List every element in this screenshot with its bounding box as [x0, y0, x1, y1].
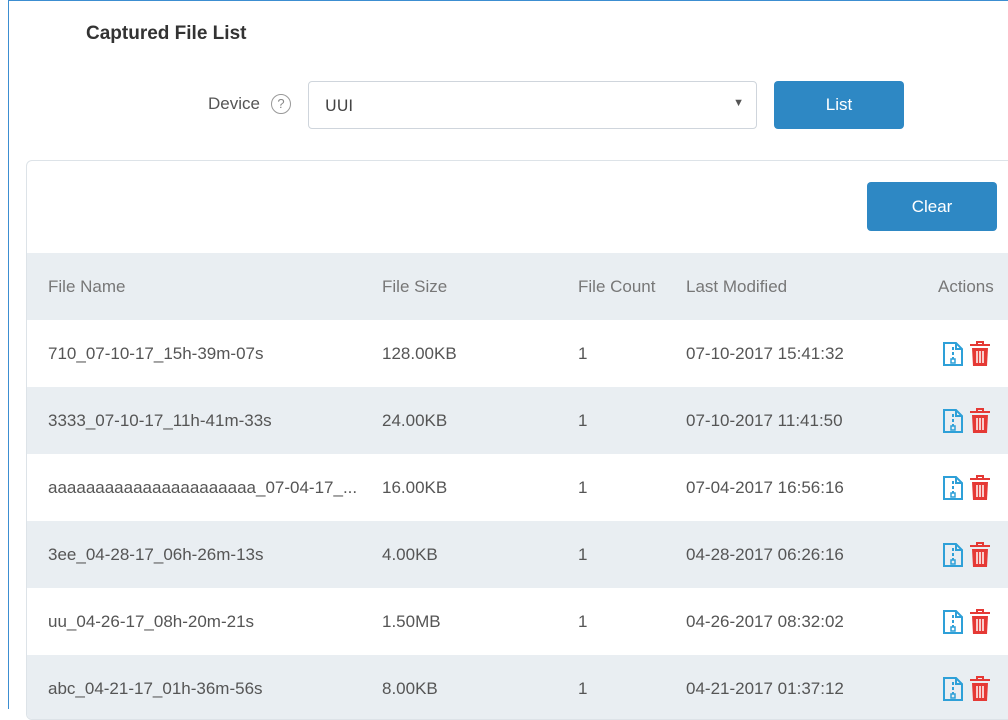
page-title: Captured File List: [86, 23, 247, 44]
last-modified-cell: 04-26-2017 08:32:02: [686, 612, 844, 631]
trash-icon[interactable]: [969, 475, 991, 501]
file-download-icon[interactable]: [942, 342, 964, 366]
file-name-cell: aaaaaaaaaaaaaaaaaaaaaa_07-04-17_...: [48, 478, 358, 497]
column-header-file-size: File Size: [382, 277, 448, 296]
trash-icon[interactable]: [969, 676, 991, 702]
last-modified-cell: 07-04-2017 16:56:16: [686, 478, 844, 497]
table-row: uu_04-26-17_08h-20m-21s 1.50MB 1 04-26-2…: [27, 588, 1008, 655]
row-actions: [942, 475, 1002, 501]
file-name-cell: 3ee_04-28-17_06h-26m-13s: [48, 545, 264, 564]
file-download-icon[interactable]: [942, 543, 964, 567]
caret-down-icon: ▼: [733, 97, 744, 109]
device-select[interactable]: UUI ▼: [308, 81, 757, 129]
row-actions: [942, 609, 1002, 635]
list-button[interactable]: List: [774, 81, 904, 129]
file-size-cell: 128.00KB: [382, 344, 457, 363]
file-count-cell: 1: [578, 612, 588, 631]
frame-border-left: [8, 0, 9, 709]
last-modified-cell: 07-10-2017 11:41:50: [686, 411, 843, 430]
file-count-cell: 1: [578, 478, 588, 497]
row-actions: [942, 676, 1002, 702]
table-row: abc_04-21-17_01h-36m-56s 8.00KB 1 04-21-…: [27, 655, 1008, 719]
column-header-file-count: File Count: [578, 277, 656, 296]
device-select-value: UUI: [325, 96, 354, 115]
file-size-cell: 1.50MB: [382, 612, 441, 631]
table-row: 3333_07-10-17_11h-41m-33s 24.00KB 1 07-1…: [27, 387, 1008, 454]
table-row: 710_07-10-17_15h-39m-07s 128.00KB 1 07-1…: [27, 320, 1008, 387]
trash-icon[interactable]: [969, 542, 991, 568]
column-header-file-name: File Name: [48, 277, 126, 296]
file-name-cell: uu_04-26-17_08h-20m-21s: [48, 612, 255, 631]
device-label: Device: [208, 94, 260, 113]
file-count-cell: 1: [578, 411, 588, 430]
row-actions: [942, 542, 1002, 568]
trash-icon[interactable]: [969, 609, 991, 635]
file-download-icon[interactable]: [942, 409, 964, 433]
file-download-icon[interactable]: [942, 677, 964, 701]
file-download-icon[interactable]: [942, 476, 964, 500]
file-size-cell: 4.00KB: [382, 545, 438, 564]
row-actions: [942, 341, 1002, 367]
column-header-actions: Actions: [938, 277, 994, 296]
help-icon[interactable]: ?: [271, 94, 291, 114]
column-header-last-modified: Last Modified: [686, 277, 788, 296]
clear-button[interactable]: Clear: [867, 182, 997, 231]
file-name-cell: abc_04-21-17_01h-36m-56s: [48, 679, 263, 698]
last-modified-cell: 07-10-2017 15:41:32: [686, 344, 844, 363]
file-count-cell: 1: [578, 545, 588, 564]
table-header: File Name File Size File Count Last Modi…: [27, 253, 1008, 320]
file-name-cell: 710_07-10-17_15h-39m-07s: [48, 344, 264, 363]
file-size-cell: 8.00KB: [382, 679, 438, 698]
last-modified-cell: 04-28-2017 06:26:16: [686, 545, 844, 564]
file-download-icon[interactable]: [942, 610, 964, 634]
row-actions: [942, 408, 1002, 434]
file-size-cell: 24.00KB: [382, 411, 448, 430]
table-row: aaaaaaaaaaaaaaaaaaaaaa_07-04-17_... 16.0…: [27, 454, 1008, 521]
frame-border-top: [8, 0, 1008, 1]
trash-icon[interactable]: [969, 341, 991, 367]
file-size-cell: 16.00KB: [382, 478, 448, 497]
table-row: 3ee_04-28-17_06h-26m-13s 4.00KB 1 04-28-…: [27, 521, 1008, 588]
file-count-cell: 1: [578, 344, 588, 363]
file-list-panel: Clear File Name File Size File Count Las…: [26, 160, 1008, 720]
trash-icon[interactable]: [969, 408, 991, 434]
file-count-cell: 1: [578, 679, 588, 698]
file-name-cell: 3333_07-10-17_11h-41m-33s: [48, 411, 272, 430]
last-modified-cell: 04-21-2017 01:37:12: [686, 679, 844, 698]
